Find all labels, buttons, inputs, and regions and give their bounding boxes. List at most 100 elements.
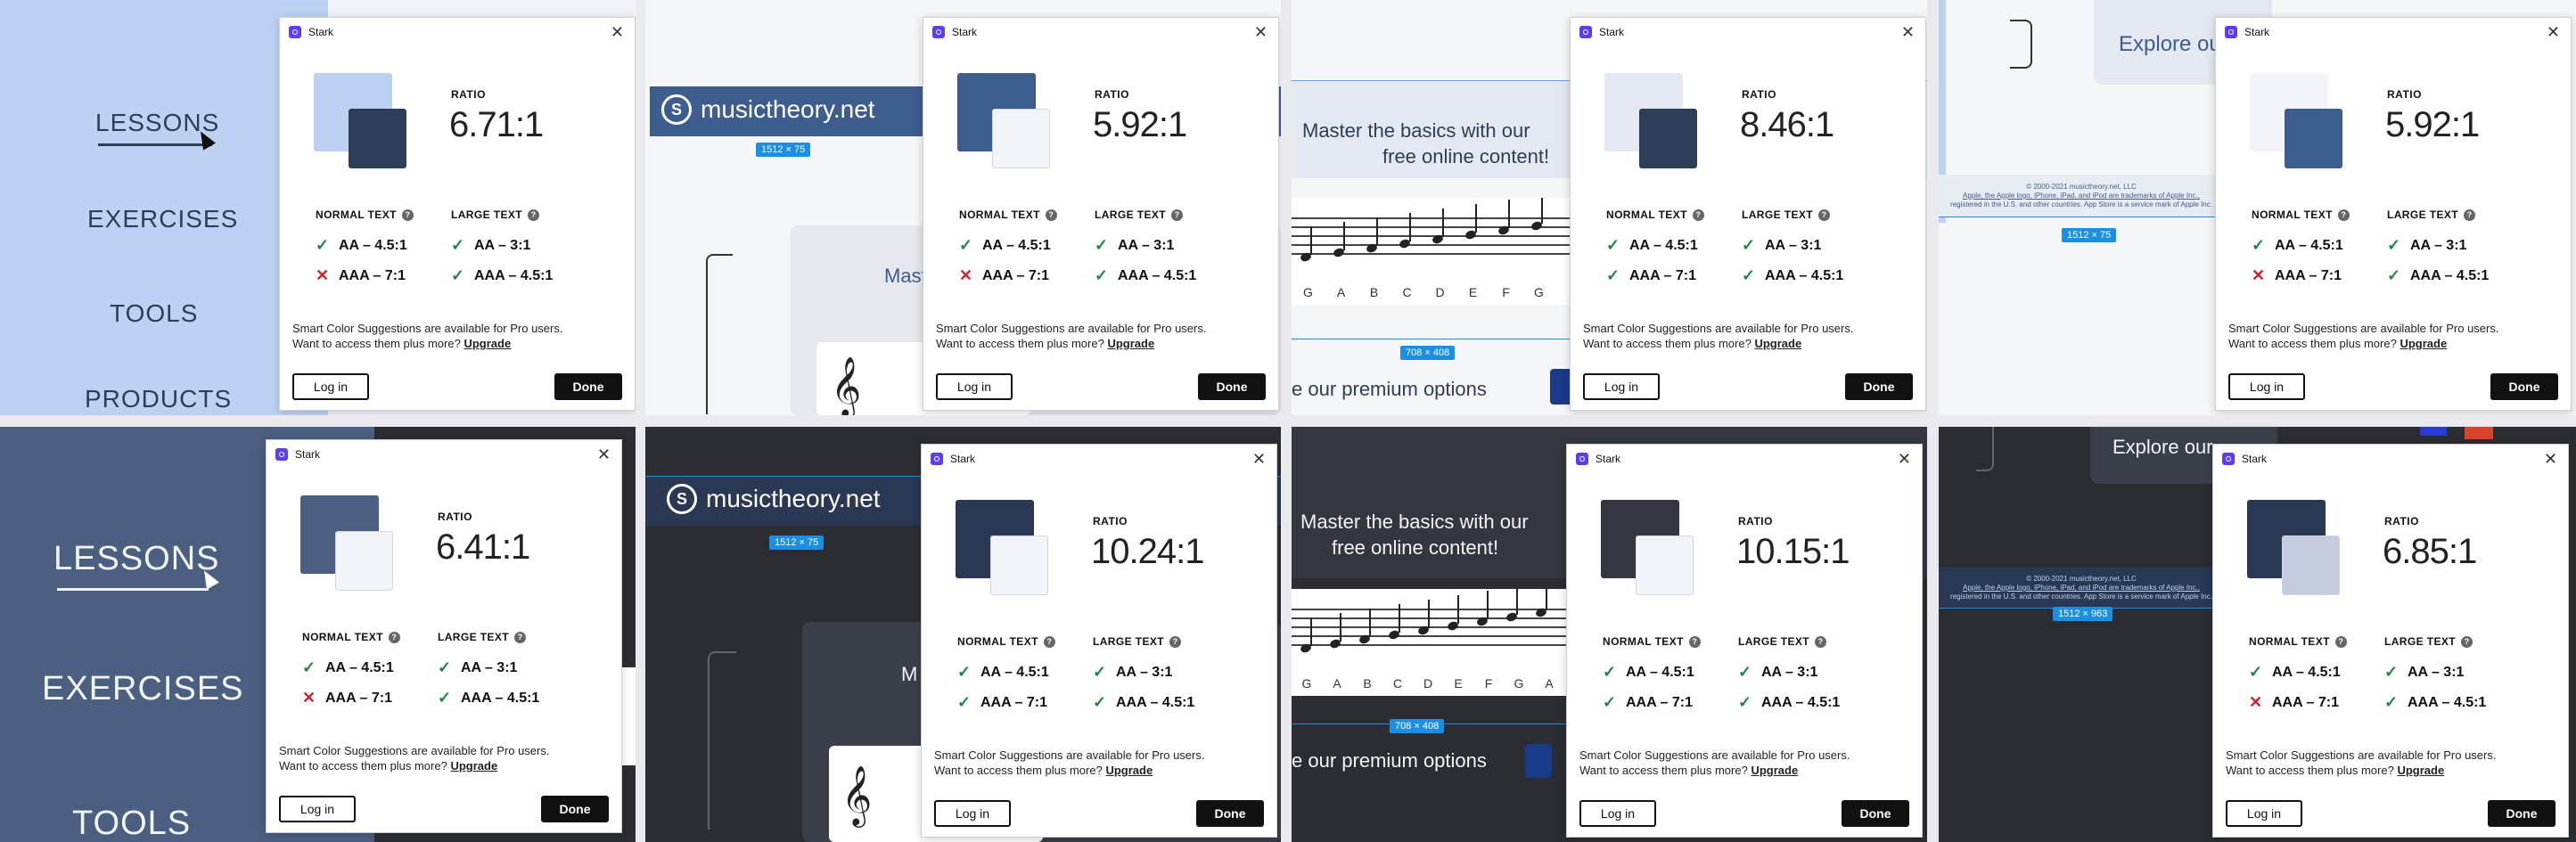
login-button[interactable]: Log in [1583, 373, 1660, 400]
large-text-label: LARGE TEXT [1742, 208, 1814, 221]
foreground-color-swatch[interactable] [990, 535, 1048, 595]
done-button[interactable]: Done [2490, 373, 2558, 400]
tile-dark-nav: LESSONS EXERCISES TOOLS Stark ✕ RATIO 6.… [0, 427, 636, 842]
help-icon[interactable]: ? [1818, 208, 1831, 221]
done-button[interactable]: Done [1198, 373, 1266, 400]
upgrade-link[interactable]: Upgrade [1107, 337, 1154, 350]
check-icon: ✓ [1606, 236, 1620, 254]
done-button[interactable]: Done [541, 796, 609, 822]
foreground-color-swatch[interactable] [2285, 109, 2342, 168]
done-button[interactable]: Done [1845, 373, 1913, 400]
foreground-color-swatch[interactable] [2282, 535, 2340, 595]
aa-normal-label: AA – 4.5:1 [1629, 237, 1698, 253]
nav-tools-link[interactable]: TOOLS [72, 805, 191, 842]
app-badge-icon[interactable] [2465, 427, 2493, 439]
help-icon[interactable]: ? [1171, 208, 1184, 221]
site-logo[interactable]: Smusictheory.net [661, 94, 875, 125]
login-button[interactable]: Log in [2226, 800, 2302, 827]
check-icon: ✓ [451, 236, 465, 254]
upgrade-link[interactable]: Upgrade [1105, 764, 1153, 777]
stark-app-icon [1576, 453, 1588, 465]
normal-text-label: NORMAL TEXT [1606, 208, 1687, 221]
help-icon[interactable]: ? [2334, 635, 2347, 648]
done-button[interactable]: Done [2488, 800, 2555, 827]
foreground-color-swatch[interactable] [992, 109, 1050, 168]
help-icon[interactable]: ? [1815, 635, 1827, 648]
nav-exercises-link[interactable]: EXERCISES [87, 205, 238, 233]
foreground-color-swatch[interactable] [349, 109, 406, 168]
help-icon[interactable]: ? [1045, 208, 1057, 221]
dialog-title: Stark [1596, 453, 1621, 465]
upgrade-link[interactable]: Upgrade [1754, 337, 1801, 350]
login-button[interactable]: Log in [279, 796, 356, 822]
done-button[interactable]: Done [1842, 800, 1909, 827]
nav-lessons-link[interactable]: LESSONS [53, 540, 220, 578]
tile-dark-footer: Explore our © 2000-2021 musictheory.net,… [1939, 427, 2576, 842]
check-icon: ✓ [1603, 663, 1617, 681]
hero-line1: Master the basics with our [1300, 511, 1529, 533]
done-button[interactable]: Done [1196, 800, 1264, 827]
help-icon[interactable]: ? [2464, 208, 2476, 221]
upgrade-link[interactable]: Upgrade [2400, 337, 2447, 350]
aa-normal-label: AA – 4.5:1 [2275, 237, 2343, 253]
foreground-color-swatch[interactable] [335, 531, 393, 591]
upgrade-link[interactable]: Upgrade [450, 759, 497, 773]
result-aaa-normal: ✓ AAA – 7:1 [1603, 693, 1696, 712]
footer-line2[interactable]: Apple, the Apple logo, iPhone, iPad, and… [1948, 584, 2215, 593]
check-icon: ✓ [1095, 236, 1109, 254]
foreground-color-swatch[interactable] [1636, 535, 1694, 595]
help-icon[interactable]: ? [2461, 635, 2473, 648]
done-button[interactable]: Done [554, 373, 622, 400]
close-icon[interactable]: ✕ [1254, 24, 1267, 40]
foreground-color-swatch[interactable] [1639, 109, 1697, 168]
nav-products-link[interactable]: PRODUCTS [85, 385, 232, 413]
dimension-badge: 1512 × 75 [756, 143, 811, 157]
login-button[interactable]: Log in [934, 800, 1011, 827]
pro-tip: Smart Color Suggestions are available fo… [2226, 748, 2496, 778]
dialog-header: Stark [267, 440, 621, 469]
dimension-badge: 1512 × 75 [2062, 228, 2117, 242]
contrast-ratio-value: 8.46:1 [1740, 105, 1834, 144]
close-icon[interactable]: ✕ [1898, 451, 1911, 467]
upgrade-link[interactable]: Upgrade [2397, 764, 2444, 777]
close-icon[interactable]: ✕ [611, 24, 624, 40]
aa-large-label: AA – 3:1 [1761, 664, 1818, 680]
aaa-normal-label: AAA – 7:1 [1626, 694, 1693, 710]
upgrade-link[interactable]: Upgrade [464, 337, 511, 350]
tile-dark-header: Smusictheory.net 1512 × 75 M 𝄞 Stark ✕ R… [645, 427, 1281, 842]
nav-exercises-link[interactable]: EXERCISES [42, 670, 244, 708]
help-icon[interactable]: ? [1169, 635, 1182, 648]
aaa-normal-label: AAA – 7:1 [2272, 694, 2339, 710]
login-button[interactable]: Log in [2228, 373, 2305, 400]
help-icon[interactable]: ? [1043, 635, 1055, 648]
footer-line2[interactable]: Apple, the Apple logo, iPhone, iPad, and… [1948, 192, 2215, 200]
large-text-label: LARGE TEXT [2384, 635, 2457, 648]
help-icon[interactable]: ? [1692, 208, 1704, 221]
app-badge-icon[interactable] [2420, 427, 2447, 436]
upgrade-link[interactable]: Upgrade [1751, 764, 1798, 777]
help-icon[interactable]: ? [2337, 208, 2350, 221]
tip-line1: Smart Color Suggestions are available fo… [2226, 748, 2497, 762]
aa-normal-label: AA – 4.5:1 [1626, 664, 1694, 680]
check-icon: ✓ [1095, 266, 1109, 284]
help-icon[interactable]: ? [514, 631, 527, 643]
check-icon: ✓ [302, 658, 316, 676]
close-icon[interactable]: ✕ [1901, 24, 1915, 40]
footer-text: © 2000-2021 musictheory.net, LLC Apple, … [1948, 575, 2215, 601]
close-icon[interactable]: ✕ [1252, 451, 1266, 467]
help-icon[interactable]: ? [388, 631, 400, 643]
help-icon[interactable]: ? [401, 208, 414, 221]
login-button[interactable]: Log in [292, 373, 369, 400]
close-icon[interactable]: ✕ [597, 446, 611, 462]
close-icon[interactable]: ✕ [2547, 24, 2560, 40]
site-logo[interactable]: Smusictheory.net [667, 484, 881, 514]
patreon-icon[interactable] [1525, 744, 1552, 778]
help-icon[interactable]: ? [528, 208, 540, 221]
pro-tip: Smart Color Suggestions are available fo… [2228, 321, 2498, 351]
check-icon: ✓ [2252, 236, 2266, 254]
login-button[interactable]: Log in [1579, 800, 1656, 827]
login-button[interactable]: Log in [936, 373, 1013, 400]
help-icon[interactable]: ? [1688, 635, 1701, 648]
nav-tools-link[interactable]: TOOLS [110, 299, 198, 328]
close-icon[interactable]: ✕ [2544, 451, 2557, 467]
